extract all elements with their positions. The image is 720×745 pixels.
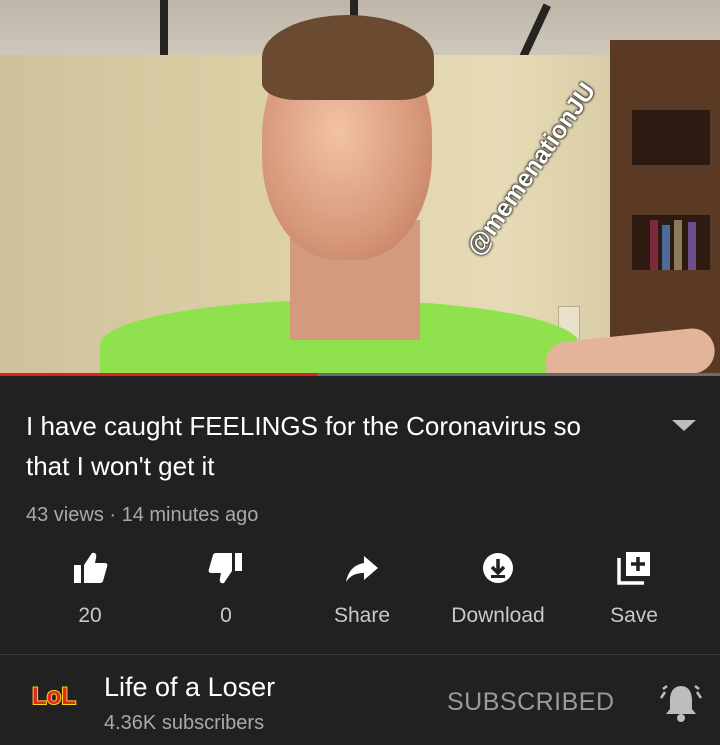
thumbs-up-icon — [74, 552, 108, 583]
video-player[interactable]: @memenationJU — [0, 0, 720, 376]
bell-icon[interactable] — [660, 680, 702, 724]
book — [674, 220, 682, 270]
save-button[interactable]: Save — [574, 548, 694, 648]
bookshelf — [610, 40, 720, 376]
progress-bar[interactable] — [0, 373, 720, 376]
avatar-text: LoL — [32, 683, 76, 710]
chevron-down-icon[interactable] — [672, 420, 696, 431]
dislike-count: 0 — [220, 604, 232, 627]
save-playlist-icon — [617, 552, 650, 585]
download-label: Download — [451, 604, 545, 627]
share-button[interactable]: Share — [302, 548, 422, 648]
shelf-slot — [632, 110, 710, 165]
person-hair — [262, 15, 434, 100]
thumbs-down-icon — [208, 553, 242, 584]
share-arrow-icon — [346, 556, 378, 582]
book — [650, 220, 658, 270]
book — [662, 225, 670, 270]
subscribed-button[interactable]: SUBSCRIBED — [447, 688, 615, 717]
download-button[interactable]: Download — [438, 548, 558, 648]
video-meta: 43 views · 14 minutes ago — [26, 504, 259, 526]
progress-fill — [0, 373, 317, 376]
subscriber-count: 4.36K subscribers — [104, 712, 265, 734]
dislike-button[interactable]: 0 — [166, 548, 286, 648]
like-count: 20 — [78, 604, 102, 627]
video-details: I have caught FEELINGS for the Coronavir… — [0, 378, 720, 745]
book — [688, 222, 696, 270]
action-bar: 20 0 Share Download Save — [0, 548, 720, 648]
like-button[interactable]: 20 — [30, 548, 150, 648]
download-icon — [483, 553, 513, 583]
save-label: Save — [610, 604, 658, 627]
divider — [0, 654, 720, 655]
shelf-slot — [632, 215, 710, 270]
channel-name[interactable]: Life of a Loser — [104, 672, 275, 703]
video-title: I have caught FEELINGS for the Coronavir… — [26, 411, 581, 481]
share-label: Share — [333, 604, 391, 627]
channel-avatar[interactable]: LoL — [24, 674, 84, 714]
